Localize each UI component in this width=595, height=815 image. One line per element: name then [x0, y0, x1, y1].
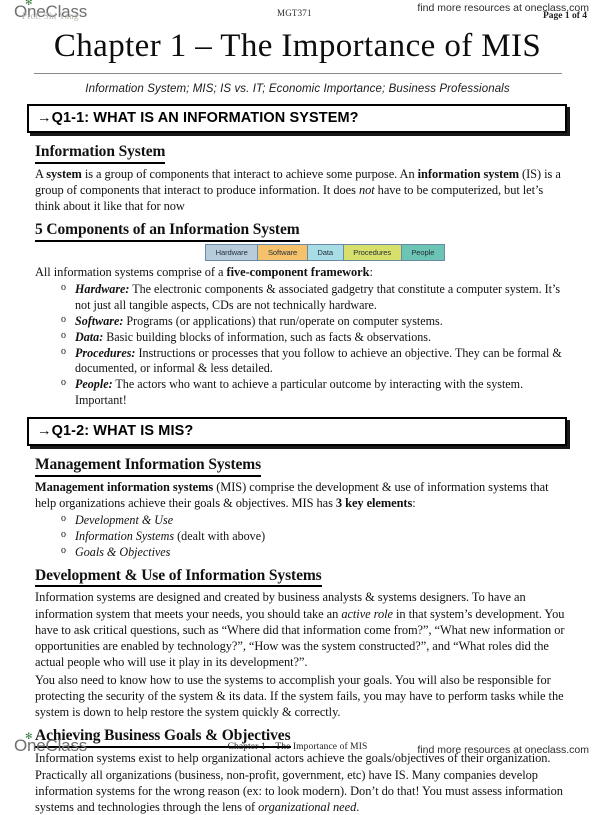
emphasis-active-role: active role	[341, 606, 393, 621]
professor-name-faded: Prof. Shi Yang	[22, 11, 79, 21]
bullet-text: The actors who want to achieve a particu…	[75, 377, 524, 407]
question-banner-q1-2: →Q1-2: WHAT IS MIS?	[27, 417, 567, 447]
paragraph-five-component-framework: All information systems comprise of a fi…	[35, 264, 568, 280]
section-development-use: Development & Use of Information Systems…	[27, 562, 568, 721]
text-frag: All information systems comprise of a	[35, 265, 227, 280]
component-people: People	[401, 245, 444, 261]
bullet-term: Goals & Objectives	[75, 545, 171, 560]
question-banner-q1-1: →Q1-1: WHAT IS AN INFORMATION SYSTEM?	[27, 103, 567, 133]
emphasis-organizational-need: organizational need	[258, 799, 357, 814]
text-frag: A	[35, 166, 47, 181]
list-item: Software: Programs (or applications) tha…	[61, 314, 568, 329]
list-five-components: Hardware: The electronic components & as…	[27, 282, 568, 408]
term-3-key-elements: 3 key elements	[335, 496, 413, 511]
bullet-term: Software:	[75, 313, 124, 328]
list-item: Goals & Objectives	[61, 545, 568, 560]
bullet-text: Programs (or applications) that run/oper…	[123, 313, 443, 328]
heading-development-use: Development & Use of Information Systems	[35, 567, 322, 588]
text-frag: .	[356, 799, 360, 814]
title-divider	[33, 72, 562, 74]
paragraph-system-responsibility: You also need to know how to use the sys…	[35, 673, 564, 720]
bullet-text: The electronic components & associated g…	[75, 282, 561, 312]
text-frag: :	[369, 265, 373, 280]
paragraph-mis-definition: Management information systems (MIS) com…	[35, 479, 568, 511]
list-item: Procedures: Instructions or processes th…	[61, 346, 568, 377]
section-information-system: Information System A system is a group o…	[27, 138, 568, 214]
component-data: Data	[307, 245, 344, 261]
emphasis-not: not	[358, 182, 375, 197]
page-subtitle: Information System; MIS; IS vs. IT; Econ…	[85, 82, 510, 95]
component-procedures: Procedures	[343, 245, 402, 261]
list-item: Hardware: The electronic components & as…	[61, 282, 568, 313]
course-code: MGT371	[277, 8, 312, 18]
term-information-system: information system	[417, 166, 519, 181]
bullet-term: Hardware:	[75, 282, 130, 297]
component-software: Software	[258, 245, 308, 261]
list-item: People: The actors who want to achieve a…	[61, 377, 568, 408]
five-component-diagram: Hardware Software Data Procedures People	[205, 244, 445, 262]
heading-information-system: Information System	[35, 143, 165, 164]
list-item: Data: Basic building blocks of informati…	[61, 330, 568, 345]
term-mis: Management information systems	[35, 479, 214, 494]
heading-management-information-systems: Management Information Systems	[35, 456, 261, 477]
bullet-term: Information Systems	[75, 529, 175, 544]
oneclass-watermark-bottom: find more resources at oneclass.com	[417, 744, 589, 756]
leaf-sprout-icon: ✻	[25, 731, 33, 741]
component-hardware: Hardware	[206, 245, 259, 261]
paragraph-information-system: A system is a group of components that i…	[35, 166, 568, 214]
page-number-label: Page 1 of 4	[542, 11, 587, 21]
question-banner-q1-1-label: →Q1-1: WHAT IS AN INFORMATION SYSTEM?	[37, 109, 359, 126]
heading-five-components: 5 Components of an Information System	[35, 221, 300, 243]
paragraph-development-use: Information systems are designed and cre…	[35, 589, 568, 670]
page-header: ✻ OneClass Prof. Shi Yang MGT371 find mo…	[0, 0, 595, 26]
list-item: Development & Use	[61, 513, 568, 528]
bullet-text: (dealt with above)	[174, 529, 266, 544]
text-frag: is a group of components that interact t…	[81, 166, 418, 181]
bullet-term: People:	[75, 377, 113, 392]
page-footer: ✻ OneClass Chapter 1 – The Importance of…	[0, 730, 595, 764]
bullet-term: Development & Use	[75, 513, 174, 528]
term-five-component-framework: five-component framework	[226, 265, 370, 280]
section-five-components: 5 Components of an Information System Ha…	[27, 216, 568, 408]
leaf-sprout-icon: ✻	[25, 0, 33, 7]
bullet-term: Data:	[75, 329, 104, 344]
document-content: →Q1-1: WHAT IS AN INFORMATION SYSTEM? In…	[27, 103, 568, 815]
text-frag: :	[412, 496, 416, 511]
list-mis-key-elements: Development & Use Information Systems (d…	[27, 513, 568, 560]
bullet-text: Instructions or processes that you follo…	[75, 345, 562, 376]
list-item: Information Systems (dealt with above)	[61, 529, 568, 544]
bullet-term: Procedures:	[75, 345, 136, 360]
term-system: system	[46, 166, 82, 181]
bullet-text: Basic building blocks of information, su…	[103, 329, 432, 344]
section-management-information-systems: Management Information Systems Managemen…	[27, 451, 568, 561]
question-banner-q1-2-label: →Q1-2: WHAT IS MIS?	[37, 423, 194, 440]
page-title: Chapter 1 – The Importance of MIS	[53, 28, 542, 64]
